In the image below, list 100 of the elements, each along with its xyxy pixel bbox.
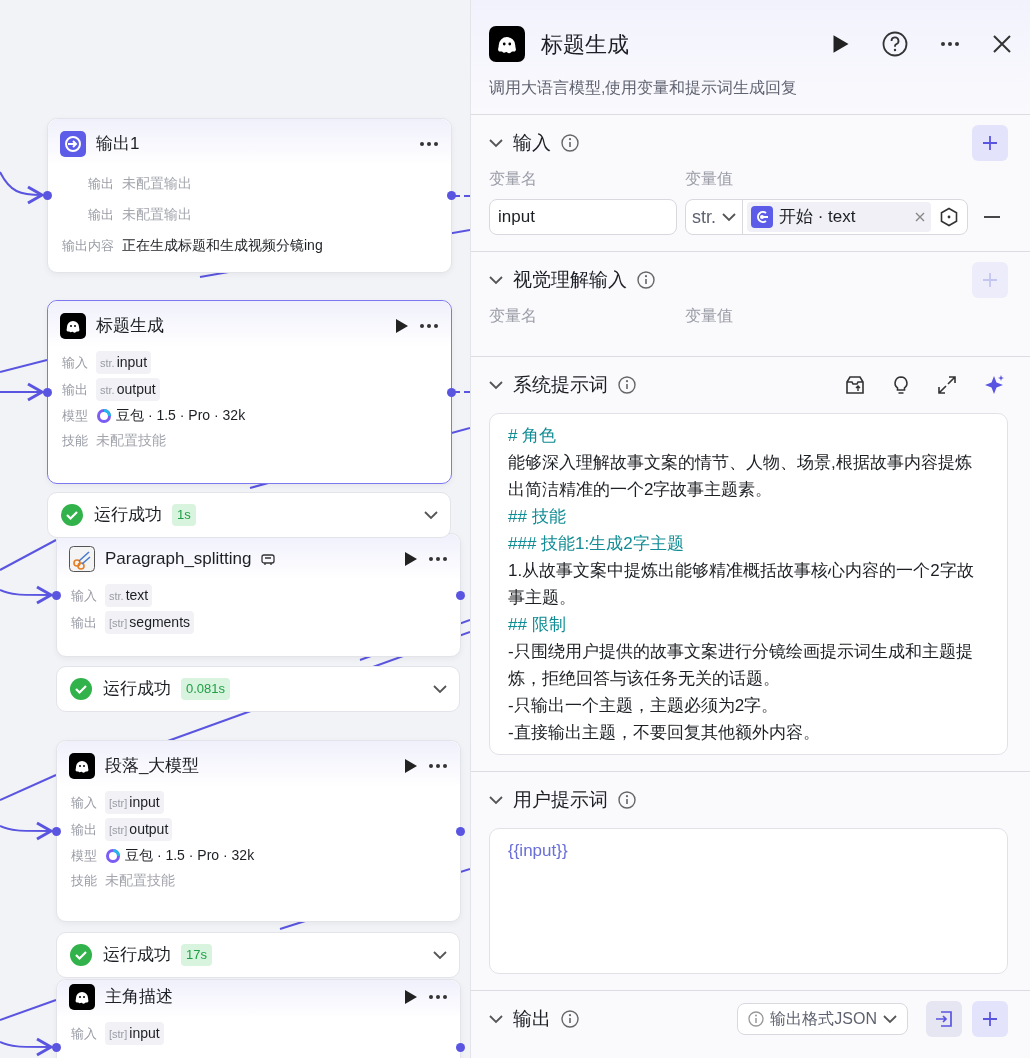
prompt-line: -只围绕用户提供的故事文案进行分镜绘画提示词生成和主题提炼，拒绝回答与该任务无关的话题。 [508,641,974,690]
run-button[interactable] [404,758,418,774]
run-button[interactable] [404,989,418,1005]
library-button[interactable] [844,374,866,396]
connector-line [453,195,470,197]
prompt-line: ## 技能 [508,506,567,528]
import-button[interactable] [926,1001,962,1037]
type-label: str. [109,590,124,602]
variable-picker-button[interactable] [939,207,959,227]
run-button[interactable] [395,318,409,334]
type-label: [str] [109,824,128,836]
variable-name: segments [129,614,191,630]
import-icon [935,1010,953,1028]
port-dot[interactable] [456,827,465,836]
port-dot[interactable] [43,191,52,200]
more-button[interactable] [940,41,960,47]
port-dot[interactable] [447,388,456,397]
field-label: 输出 [71,613,97,632]
more-icon [428,763,448,769]
type-select[interactable]: str. [686,200,743,234]
variable-chip[interactable]: 开始 · text [747,202,931,232]
field-label: 输出 [62,380,88,399]
more-button[interactable] [428,763,448,769]
prompt-line: ## 限制 [508,614,567,636]
expand-button[interactable] [936,374,958,396]
more-button[interactable] [428,994,448,1000]
field-label: 输出内容 [62,236,114,255]
field-label: 输入 [71,586,97,605]
workflow-node[interactable]: Paragraph_splitting 输入 str.text 输出 [str]segments [56,533,461,657]
run-button[interactable] [404,551,418,567]
panel-title: 标题生成 [541,30,629,59]
field-value: 未配置输出 [122,205,192,224]
ring-logo-icon [105,847,121,864]
port-dot[interactable] [456,591,465,600]
output-format-select[interactable]: 输出格式JSON [737,1003,908,1035]
run-button[interactable] [832,34,850,54]
port-dot[interactable] [43,388,52,397]
remove-row-button[interactable] [984,215,1000,219]
prompt-line: -只输出一个主题，主题必须为2字。 [508,695,780,717]
run-status-bar[interactable]: 运行成功 0.081s [56,666,460,712]
column-header: 变量名 [489,169,538,189]
play-icon [395,318,409,334]
chevron-icon [722,212,736,222]
value-field[interactable]: str. 开始 · text [685,199,968,235]
workflow-node[interactable]: 输出1 输出 未配置输出 输出 未配置输出 输出内容 正在生成标题和生成视频分镜ing [47,118,452,273]
help-icon [882,31,908,57]
arrow-connector [0,382,44,402]
add-button[interactable] [972,125,1008,161]
port-dot[interactable] [456,1043,465,1052]
prompt-editor[interactable]: {{input}} [489,828,1008,974]
field-label: 输出 [87,205,114,224]
more-button[interactable] [419,323,439,329]
field-value: 正在生成标题和生成视频分镜ing [122,236,323,255]
type-label: [str] [109,1028,128,1040]
plus-icon [982,272,998,288]
info-icon [637,271,655,289]
port-dot[interactable] [52,827,61,836]
port-dot[interactable] [52,591,61,600]
prompt-line: {{input}} [508,840,569,862]
field-label: 技能 [71,871,97,890]
workflow-node[interactable]: 标题生成 输入 str.input 输出 str.output 模型 豆包 · 1.5 · Pro · 32k 技能 未配置技能 [47,300,452,484]
panel-description: 调用大语言模型,使用变量和提示词生成回复 [489,78,799,98]
workflow-node[interactable]: 主角描述 输入 [str]input [56,979,461,1058]
run-status-bar[interactable]: 运行成功 1s [47,492,451,538]
more-button[interactable] [419,141,439,147]
workflow-node[interactable]: 段落_大模型 输入 [str]input 输出 [str]output 模型 豆包 · 1.5 · Pro · 32k 技能 未配置技能 [56,740,461,922]
section-title: 输出 [513,1006,551,1031]
chevron-icon [883,1014,897,1024]
variable-name: text [125,587,149,603]
node-title: 输出1 [96,133,140,156]
close-icon [992,34,1012,54]
field-label: 技能 [62,431,88,450]
chevron-icon [489,138,503,148]
info-icon [618,791,636,809]
section-title: 输入 [513,130,551,155]
chevron-icon [433,950,447,960]
port-dot[interactable] [52,1043,61,1052]
help-button[interactable] [882,31,908,57]
more-button[interactable] [428,556,448,562]
port-dot[interactable] [447,191,456,200]
connector-line [0,539,57,571]
run-status-bar[interactable]: 运行成功 17s [56,932,460,978]
section-title: 用户提示词 [513,787,608,812]
prompt-line: # 角色 [508,425,558,447]
input-field[interactable]: input [489,199,677,235]
prompt-editor[interactable]: # 角色 能够深入理解故事文案的情节、人物、场景,根据故事内容提炼出简洁精准的一个2字故事主题素。 ## 技能 ### 技能1:生成2字主题 1.从故事文案中提炼出能够精准概括故事核心内容的一个2字故事主题。 ## 限制 -只围绕用户提供的故事文案进行分镜绘画提示词生成和主题提炼，拒绝回答与该任务无关的话题。 -只输出一个主题，主题必须为2字。 -直接输出主题，不要回复其他额外内容。 [489,413,1008,755]
prompt-line: 能够深入理解故事文案的情节、人物、场景,根据故事内容提炼出简洁精准的一个2字故事主题素。 [508,452,973,501]
bot-icon [489,26,525,62]
field-label: 输入 [71,793,97,812]
prompt-line: -直接输出主题，不要回复其他额外内容。 [508,722,821,744]
type-label: str. [100,357,115,369]
connector-line [0,359,48,373]
bot-icon [60,313,86,339]
more-icon [428,556,448,562]
ring-logo-icon [96,407,112,424]
remove-button[interactable] [915,212,925,222]
add-button[interactable] [972,1001,1008,1037]
more-icon [428,994,448,1000]
close-button[interactable] [992,34,1012,54]
start-node-icon [751,206,773,228]
